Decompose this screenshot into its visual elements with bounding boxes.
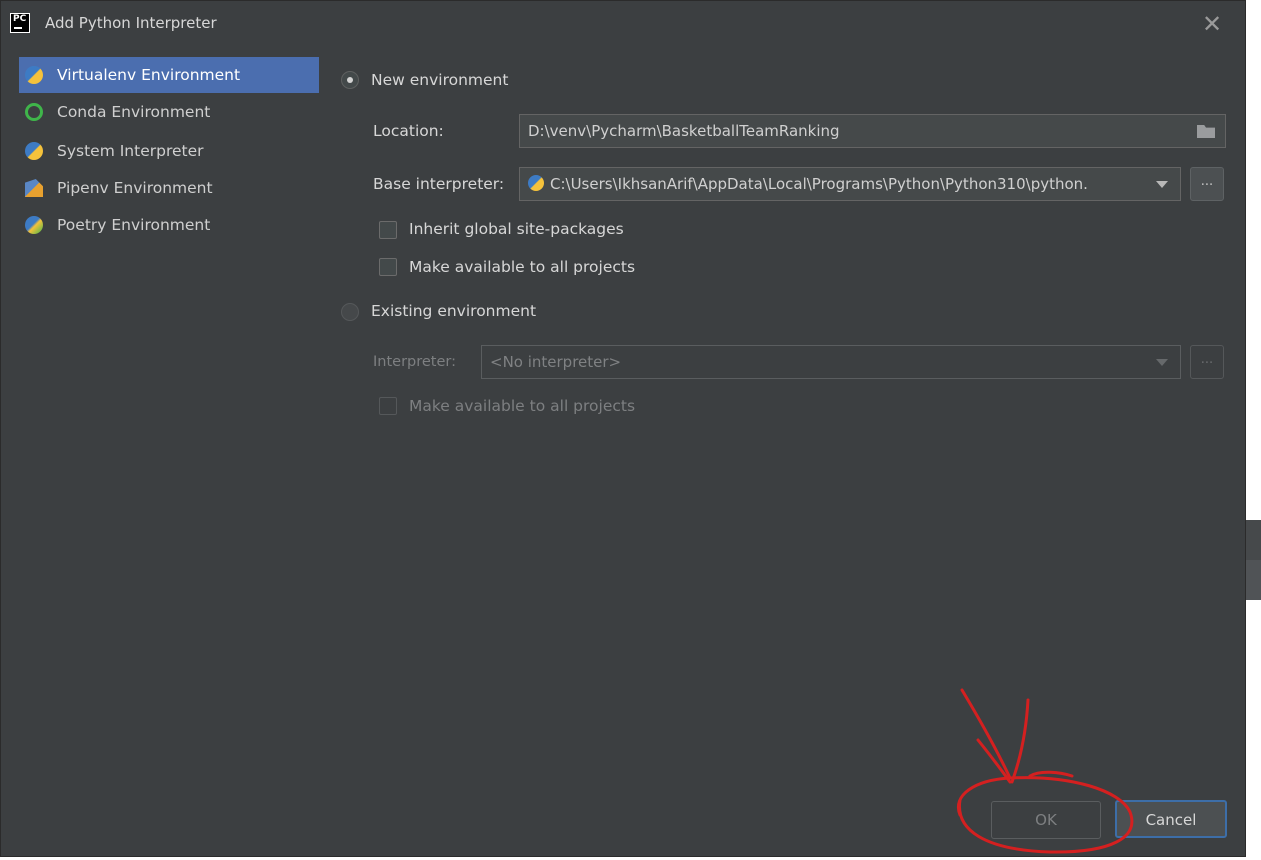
interpreter-browse-button[interactable]: ... [1190,345,1224,379]
chevron-down-icon [1156,359,1168,366]
sidebar-item-label: Pipenv Environment [57,179,213,197]
pycharm-app-icon: PC [10,13,30,33]
make-available-label: Make available to all projects [409,258,636,276]
sidebar-item-pipenv[interactable]: Pipenv Environment [19,170,319,206]
python-icon [25,142,43,160]
interpreter-label: Interpreter: [373,354,456,370]
chevron-down-icon [1156,181,1168,188]
interpreter-value: <No interpreter> [490,353,622,371]
cancel-button[interactable]: Cancel [1115,800,1227,838]
base-interpreter-browse-button[interactable]: ... [1190,167,1224,201]
sidebar-item-label: System Interpreter [57,142,204,160]
location-label: Location: [373,122,444,140]
existing-make-available-checkbox[interactable] [379,397,397,415]
python-icon [528,175,544,191]
environment-type-list: Virtualenv Environment Conda Environment… [19,57,319,257]
sidebar-item-label: Poetry Environment [57,216,211,234]
existing-make-available-label: Make available to all projects [409,397,636,415]
existing-environment-label: Existing environment [371,302,537,320]
inherit-site-packages-checkbox[interactable] [379,221,397,239]
new-environment-radio[interactable] [341,71,359,89]
sidebar-item-poetry[interactable]: Poetry Environment [19,207,319,243]
add-python-interpreter-dialog: PC Add Python Interpreter ✕ Virtualenv E… [0,0,1246,857]
close-icon[interactable]: ✕ [1197,9,1227,39]
sidebar-item-virtualenv[interactable]: Virtualenv Environment [19,57,319,93]
title-bar: PC Add Python Interpreter ✕ [1,1,1245,47]
base-interpreter-value: C:\Users\IkhsanArif\AppData\Local\Progra… [550,175,1088,193]
make-available-checkbox[interactable] [379,258,397,276]
base-interpreter-dropdown[interactable]: C:\Users\IkhsanArif\AppData\Local\Progra… [519,167,1181,201]
sidebar-item-label: Virtualenv Environment [57,66,241,84]
poetry-icon [25,216,43,234]
sidebar-item-label: Conda Environment [57,103,211,121]
base-interpreter-label: Base interpreter: [373,175,505,193]
background-window-edge [1246,0,1261,860]
location-field[interactable]: D:\venv\Pycharm\BasketballTeamRanking [519,114,1226,148]
folder-icon[interactable] [1197,125,1215,138]
existing-environment-radio[interactable] [341,303,359,321]
new-environment-label: New environment [371,71,509,89]
sidebar-item-system-interpreter[interactable]: System Interpreter [19,133,319,169]
app-icon-text: PC [13,14,27,24]
inherit-site-packages-label: Inherit global site-packages [409,220,624,238]
ok-button[interactable]: OK [991,801,1101,839]
virtualenv-icon [25,66,43,84]
sidebar-item-conda[interactable]: Conda Environment [19,94,319,130]
conda-icon [25,103,43,121]
location-value: D:\venv\Pycharm\BasketballTeamRanking [528,122,840,140]
interpreter-dropdown[interactable]: <No interpreter> [481,345,1181,379]
pipenv-icon [25,179,43,197]
dialog-title: Add Python Interpreter [45,14,217,32]
